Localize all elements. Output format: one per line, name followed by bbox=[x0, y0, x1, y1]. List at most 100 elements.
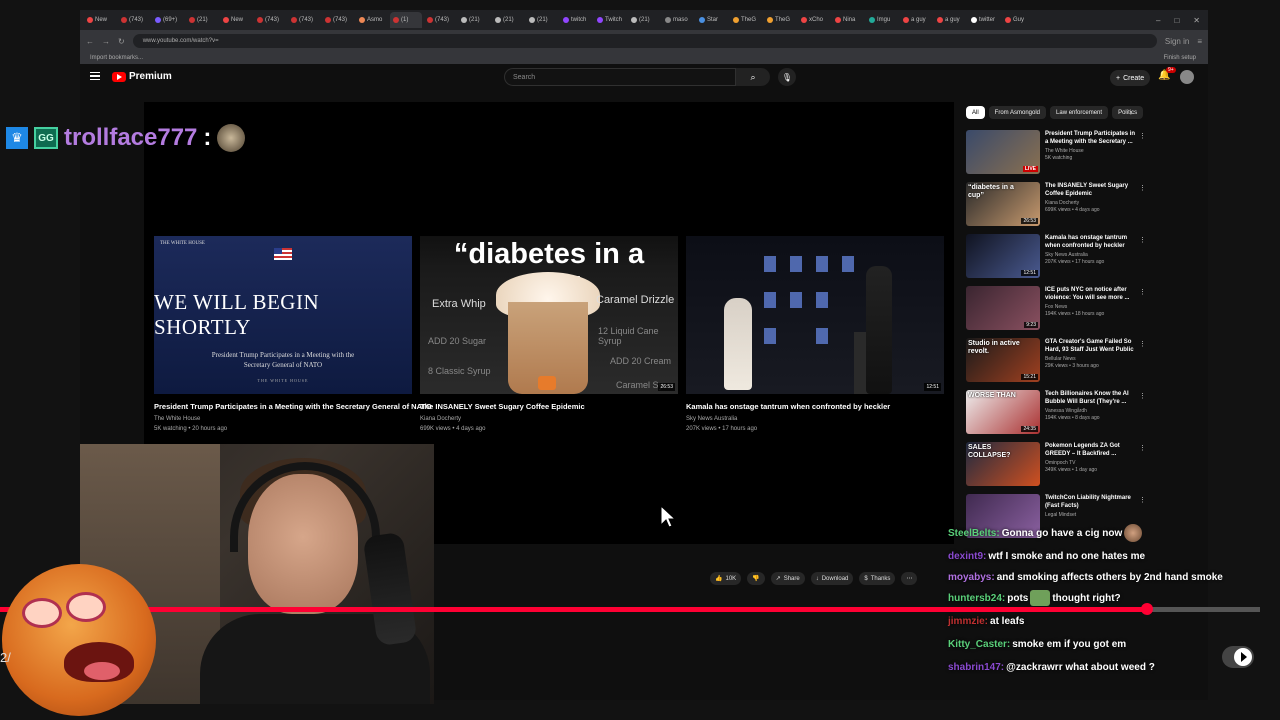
voice-search-icon[interactable]: 🎙 bbox=[778, 68, 796, 86]
related-video-channel[interactable]: Kiana Docherty bbox=[1045, 200, 1137, 207]
account-avatar[interactable] bbox=[1180, 70, 1194, 84]
browser-tab[interactable]: TheG bbox=[764, 12, 796, 28]
related-video-item[interactable]: LIVE President Trump Participates in a Me… bbox=[966, 130, 1146, 182]
browser-tab[interactable]: (21) bbox=[458, 12, 490, 28]
chat-username[interactable]: Kitty_Caster: bbox=[948, 639, 1010, 650]
maximize-icon[interactable]: □ bbox=[1174, 16, 1179, 25]
related-video-title[interactable]: ICE puts NYC on notice after violence: Y… bbox=[1045, 286, 1137, 302]
browser-tab[interactable]: Star bbox=[696, 12, 728, 28]
related-video-title[interactable]: Kamala has onstage tantrum when confront… bbox=[1045, 234, 1137, 250]
back-icon[interactable]: ← bbox=[86, 37, 94, 46]
related-video-title[interactable]: Tech Billionaires Know the AI Bubble Wil… bbox=[1045, 390, 1137, 406]
browser-tab[interactable]: TheG bbox=[730, 12, 762, 28]
chat-username[interactable]: huntersb24: bbox=[948, 593, 1005, 604]
browser-tab[interactable]: (743) bbox=[288, 12, 320, 28]
browser-tab[interactable]: (743) bbox=[424, 12, 456, 28]
browser-tab[interactable]: xCho bbox=[798, 12, 830, 28]
more-options-icon[interactable]: ⋮ bbox=[1139, 236, 1146, 244]
related-video-channel[interactable]: Vanessa Wingårdh bbox=[1045, 408, 1137, 415]
related-video-thumbnail[interactable]: SALES COLLAPSE? bbox=[966, 442, 1040, 486]
close-icon[interactable]: ✕ bbox=[1193, 16, 1200, 25]
related-video-channel[interactable]: Bellular News bbox=[1045, 356, 1137, 363]
chat-username[interactable]: moyabys: bbox=[948, 572, 995, 583]
share-button[interactable]: ↗ Share bbox=[770, 572, 805, 585]
browser-tab[interactable]: Guy bbox=[1002, 12, 1034, 28]
related-video-channel[interactable]: Fox News bbox=[1045, 304, 1137, 311]
more-options-icon[interactable]: ⋮ bbox=[1139, 340, 1146, 348]
browser-tab[interactable]: Imgu bbox=[866, 12, 898, 28]
browser-tab[interactable]: (743) bbox=[322, 12, 354, 28]
browser-tab[interactable]: twitch bbox=[560, 12, 592, 28]
browser-tab[interactable]: Nina bbox=[832, 12, 864, 28]
more-options-icon[interactable]: ⋮ bbox=[1139, 184, 1146, 192]
browser-tab[interactable]: (21) bbox=[526, 12, 558, 28]
more-options-icon[interactable]: ⋮ bbox=[1139, 288, 1146, 296]
like-button[interactable]: 👍 10K bbox=[710, 572, 742, 585]
browser-tab[interactable]: a guy bbox=[934, 12, 966, 28]
browser-tab[interactable]: New bbox=[84, 12, 116, 28]
play-toggle-button[interactable] bbox=[1222, 646, 1254, 668]
endcard-channel[interactable]: Kiana Docherty bbox=[420, 414, 678, 424]
browser-tab[interactable]: maso bbox=[662, 12, 694, 28]
filter-chip[interactable]: Law enforcement bbox=[1050, 106, 1109, 119]
finish-setup-link[interactable]: Finish setup bbox=[1164, 55, 1196, 61]
filter-chip[interactable]: From Asmongold bbox=[988, 106, 1047, 119]
dislike-button[interactable]: 👎 bbox=[747, 572, 765, 585]
endcard-title[interactable]: Kamala has onstage tantrum when confront… bbox=[686, 402, 944, 411]
youtube-logo[interactable]: Premium bbox=[112, 71, 172, 82]
related-video-title[interactable]: The INSANELY Sweet Sugary Coffee Epidemi… bbox=[1045, 182, 1137, 198]
browser-tab[interactable]: Twitch bbox=[594, 12, 626, 28]
browser-tab[interactable]: (21) bbox=[492, 12, 524, 28]
endcard-thumbnail[interactable]: THE WHITE HOUSE WE WILL BEGIN SHORTLY Pr… bbox=[154, 236, 412, 394]
related-video-item[interactable]: WORSE THAN 24:35 Tech Billionaires Know th… bbox=[966, 390, 1146, 442]
url-field[interactable]: www.youtube.com/watch?v= bbox=[132, 34, 1157, 48]
download-button[interactable]: ↓ Download bbox=[810, 572, 854, 585]
related-video-item[interactable]: Studio in active revolt. 15:21 GTA Creator… bbox=[966, 338, 1146, 390]
reload-icon[interactable]: ↻ bbox=[118, 37, 125, 46]
browser-tab[interactable]: (69+) bbox=[152, 12, 184, 28]
more-options-icon[interactable]: ⋮ bbox=[1139, 132, 1146, 140]
related-video-thumbnail[interactable]: 9:23 bbox=[966, 286, 1040, 330]
endcard-title[interactable]: President Trump Participates in a Meetin… bbox=[154, 402, 432, 411]
more-actions-button[interactable]: ⋯ bbox=[901, 572, 918, 585]
browser-tab[interactable]: a guy bbox=[900, 12, 932, 28]
thanks-button[interactable]: $ Thanks bbox=[859, 572, 896, 585]
related-video-thumbnail[interactable]: “diabetes in a cup” 26:53 bbox=[966, 182, 1040, 226]
browser-tab[interactable]: (743) bbox=[254, 12, 286, 28]
browser-tab[interactable]: New bbox=[220, 12, 252, 28]
endcard-channel[interactable]: Sky News Australia bbox=[686, 414, 944, 424]
browser-tab[interactable]: (743) bbox=[118, 12, 150, 28]
search-button[interactable]: ⌕ bbox=[736, 68, 770, 86]
endcard-video-1[interactable]: THE WHITE HOUSE WE WILL BEGIN SHORTLY Pr… bbox=[154, 236, 432, 434]
browser-menu-icon[interactable]: ≡ bbox=[1197, 37, 1202, 46]
endcard-video-3[interactable]: 12:51 Kamala has onstage tantrum when co… bbox=[686, 236, 944, 434]
browser-tab[interactable]: (1) bbox=[390, 12, 422, 28]
browser-tab[interactable]: (21) bbox=[186, 12, 218, 28]
more-options-icon[interactable]: ⋮ bbox=[1139, 392, 1146, 400]
related-video-title[interactable]: Pokemon Legends ZA Got GREEDY – It Backf… bbox=[1045, 442, 1137, 458]
filter-chip[interactable]: All bbox=[966, 106, 985, 119]
more-options-icon[interactable]: ⋮ bbox=[1139, 444, 1146, 452]
endcard-thumbnail[interactable]: 12:51 bbox=[686, 236, 944, 394]
endcard-channel[interactable]: The White House bbox=[154, 414, 412, 424]
chat-username[interactable]: SteelBelts: bbox=[948, 528, 1000, 539]
filter-chip[interactable]: Politics bbox=[1112, 106, 1144, 119]
related-video-title[interactable]: TwitchCon Liability Nightmare (Fast Fact… bbox=[1045, 494, 1137, 510]
chips-next-icon[interactable]: › bbox=[1130, 108, 1133, 117]
related-video-item[interactable]: SALES COLLAPSE? Pokemon Legends ZA Got GR… bbox=[966, 442, 1146, 494]
search-input[interactable]: Search bbox=[504, 68, 736, 86]
browser-tab[interactable]: twitter bbox=[968, 12, 1000, 28]
chat-username[interactable]: jimmzie: bbox=[948, 616, 988, 627]
more-options-icon[interactable]: ⋮ bbox=[1139, 496, 1146, 504]
import-bookmarks-link[interactable]: Import bookmarks... bbox=[90, 55, 143, 61]
forward-icon[interactable]: → bbox=[102, 37, 110, 46]
related-video-channel[interactable]: Sky News Australia bbox=[1045, 252, 1137, 259]
minimize-icon[interactable]: – bbox=[1156, 16, 1160, 25]
related-video-thumbnail[interactable]: 12:51 bbox=[966, 234, 1040, 278]
related-video-item[interactable]: “diabetes in a cup” 26:53 The INSANELY Swe… bbox=[966, 182, 1146, 234]
related-video-title[interactable]: President Trump Participates in a Meetin… bbox=[1045, 130, 1137, 146]
browser-tab[interactable]: (21) bbox=[628, 12, 660, 28]
related-video-channel[interactable]: The White House bbox=[1045, 148, 1137, 155]
chat-username[interactable]: dexint9: bbox=[948, 551, 986, 562]
browser-tab[interactable]: Asmo bbox=[356, 12, 388, 28]
